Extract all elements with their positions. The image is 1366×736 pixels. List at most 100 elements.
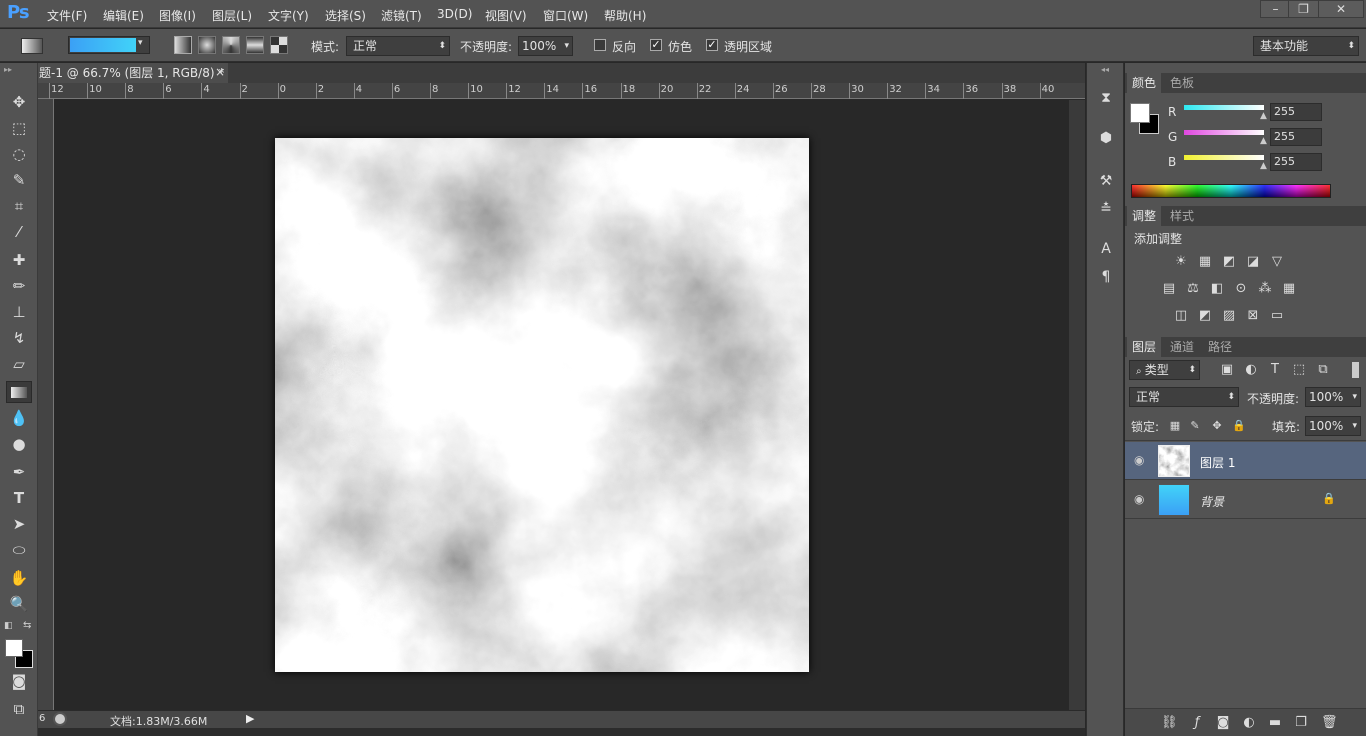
- threshold-icon[interactable]: ▨: [1221, 309, 1237, 323]
- gradient-swatch[interactable]: [70, 38, 136, 52]
- marquee-tool-icon[interactable]: ⬚: [6, 117, 32, 139]
- eye-icon[interactable]: ◉: [1134, 492, 1144, 506]
- dither-checkbox[interactable]: ✓: [650, 39, 662, 51]
- lock-image-icon[interactable]: ✎: [1187, 419, 1203, 433]
- pen-tool-icon[interactable]: ✒: [6, 461, 32, 483]
- reflected-gradient-button[interactable]: [246, 36, 264, 54]
- screen-mode-icon[interactable]: ⧉: [6, 698, 32, 720]
- new-layer-icon[interactable]: ❐: [1293, 716, 1309, 730]
- paragraph-icon[interactable]: ¶: [1096, 267, 1116, 287]
- tab-styles[interactable]: 样式: [1165, 206, 1199, 226]
- collapse-icon[interactable]: ◂◂: [1101, 65, 1109, 74]
- lasso-tool-icon[interactable]: ◌: [6, 143, 32, 165]
- filter-smart-object-icon[interactable]: ⧉: [1315, 363, 1331, 377]
- gradient-map-icon[interactable]: ▭: [1269, 309, 1285, 323]
- gradient-picker[interactable]: ▾: [68, 36, 150, 54]
- fx-icon[interactable]: ƒ: [1189, 716, 1205, 730]
- new-group-icon[interactable]: ▬: [1267, 716, 1283, 730]
- tab-channels[interactable]: 通道: [1165, 337, 1199, 357]
- default-colors-icon[interactable]: ◧: [4, 621, 13, 631]
- status-menu-arrow-icon[interactable]: ▶: [246, 712, 254, 725]
- move-tool-icon[interactable]: ✥: [6, 91, 32, 113]
- tab-color[interactable]: 颜色: [1127, 73, 1162, 93]
- curves-icon[interactable]: ◩: [1221, 255, 1237, 269]
- history-brush-tool-icon[interactable]: ↯: [6, 327, 32, 349]
- healing-brush-tool-icon[interactable]: ✚: [6, 249, 32, 271]
- brush-settings-icon[interactable]: ≛: [1096, 199, 1116, 219]
- black-white-icon[interactable]: ◧: [1209, 282, 1225, 296]
- lock-position-icon[interactable]: ✥: [1209, 419, 1225, 433]
- close-button[interactable]: ✕: [1318, 0, 1364, 18]
- linear-gradient-button[interactable]: [174, 36, 192, 54]
- tab-paths[interactable]: 路径: [1203, 337, 1237, 357]
- color-balance-icon[interactable]: ⚖: [1185, 282, 1201, 296]
- layer-opacity-field[interactable]: 100% ▾: [1305, 387, 1361, 407]
- layer-row-background[interactable]: ◉ 背景 🔒: [1125, 481, 1366, 519]
- selective-color-icon[interactable]: ⊠: [1245, 309, 1261, 323]
- red-slider[interactable]: [1184, 105, 1264, 110]
- filter-toggle[interactable]: [1352, 362, 1359, 378]
- document-tab[interactable]: 题-1 @ 66.7% (图层 1, RGB/8) *: [38, 63, 228, 83]
- lock-all-icon[interactable]: 🔒: [1231, 419, 1247, 433]
- menu-type[interactable]: 文字(Y): [268, 7, 309, 24]
- red-value-field[interactable]: 255: [1270, 103, 1322, 121]
- tab-close-icon[interactable]: ×: [215, 65, 225, 79]
- maximize-button[interactable]: ❐: [1288, 0, 1319, 18]
- lock-transparent-icon[interactable]: ▦: [1167, 419, 1183, 433]
- blue-slider[interactable]: [1184, 155, 1264, 160]
- foreground-color-chip[interactable]: [1130, 103, 1150, 123]
- character-icon[interactable]: A: [1096, 239, 1116, 259]
- menu-view[interactable]: 视图(V): [485, 7, 527, 24]
- diamond-gradient-button[interactable]: [270, 36, 288, 54]
- eraser-tool-icon[interactable]: ▱: [6, 353, 32, 375]
- gradient-tool-preset-icon[interactable]: [21, 38, 43, 54]
- chevron-down-icon[interactable]: ▾: [138, 38, 143, 48]
- color-lookup-icon[interactable]: ▦: [1281, 282, 1297, 296]
- zoom-tool-icon[interactable]: 🔍: [6, 593, 32, 615]
- photo-filter-icon[interactable]: ⊙: [1233, 282, 1249, 296]
- menu-window[interactable]: 窗口(W): [543, 7, 588, 24]
- layer-name[interactable]: 图层 1: [1200, 454, 1235, 471]
- green-slider[interactable]: [1184, 130, 1264, 135]
- hand-tool-icon[interactable]: ✋: [6, 567, 32, 589]
- dodge-tool-icon[interactable]: ●: [6, 433, 32, 455]
- path-select-tool-icon[interactable]: ➤: [6, 513, 32, 535]
- menu-help[interactable]: 帮助(H): [604, 7, 646, 24]
- filter-adjustment-icon[interactable]: ◐: [1243, 363, 1259, 377]
- menu-image[interactable]: 图像(I): [159, 7, 196, 24]
- document-canvas[interactable]: [275, 138, 809, 672]
- menu-filter[interactable]: 滤镜(T): [381, 7, 422, 24]
- layer-name[interactable]: 背景: [1200, 493, 1224, 510]
- vertical-scrollbar[interactable]: [1069, 100, 1085, 712]
- stamp-tool-icon[interactable]: ⊥: [6, 301, 32, 323]
- menu-file[interactable]: 文件(F): [47, 7, 87, 24]
- horizontal-scrollbar[interactable]: [38, 728, 1085, 736]
- quick-select-tool-icon[interactable]: ✎: [6, 169, 32, 191]
- crop-tool-icon[interactable]: ⌗: [6, 195, 32, 217]
- link-layers-icon[interactable]: ⛓: [1161, 716, 1178, 730]
- minimize-button[interactable]: –: [1260, 0, 1291, 18]
- channel-mixer-icon[interactable]: ⁂: [1257, 282, 1273, 296]
- collapse-icon[interactable]: ▸▸: [4, 65, 12, 74]
- angle-gradient-button[interactable]: [222, 36, 240, 54]
- levels-icon[interactable]: ▦: [1197, 255, 1213, 269]
- foreground-color-swatch[interactable]: [5, 639, 23, 657]
- gradient-tool-icon[interactable]: [6, 381, 32, 403]
- new-fill-layer-icon[interactable]: ◐: [1241, 716, 1257, 730]
- menu-select[interactable]: 选择(S): [325, 7, 366, 24]
- slider-thumb-icon[interactable]: ▲: [1260, 111, 1267, 121]
- fill-field[interactable]: 100% ▾: [1305, 416, 1361, 436]
- quick-mask-icon[interactable]: ◙: [6, 670, 32, 692]
- vibrance-icon[interactable]: ▽: [1269, 255, 1285, 269]
- eye-icon[interactable]: ◉: [1134, 453, 1144, 467]
- mode-select[interactable]: 正常 ⬍: [346, 36, 450, 56]
- history-icon[interactable]: ⧗: [1096, 88, 1116, 108]
- brightness-contrast-icon[interactable]: ☀: [1173, 255, 1189, 269]
- blur-tool-icon[interactable]: 💧: [6, 407, 32, 429]
- menu-edit[interactable]: 编辑(E): [103, 7, 144, 24]
- tab-adjustments[interactable]: 调整: [1127, 206, 1162, 226]
- exposure-icon[interactable]: ◪: [1245, 255, 1261, 269]
- layer-row-layer1[interactable]: ◉ 图层 1: [1125, 442, 1366, 480]
- type-tool-icon[interactable]: T: [6, 487, 32, 509]
- status-icon[interactable]: [53, 712, 67, 726]
